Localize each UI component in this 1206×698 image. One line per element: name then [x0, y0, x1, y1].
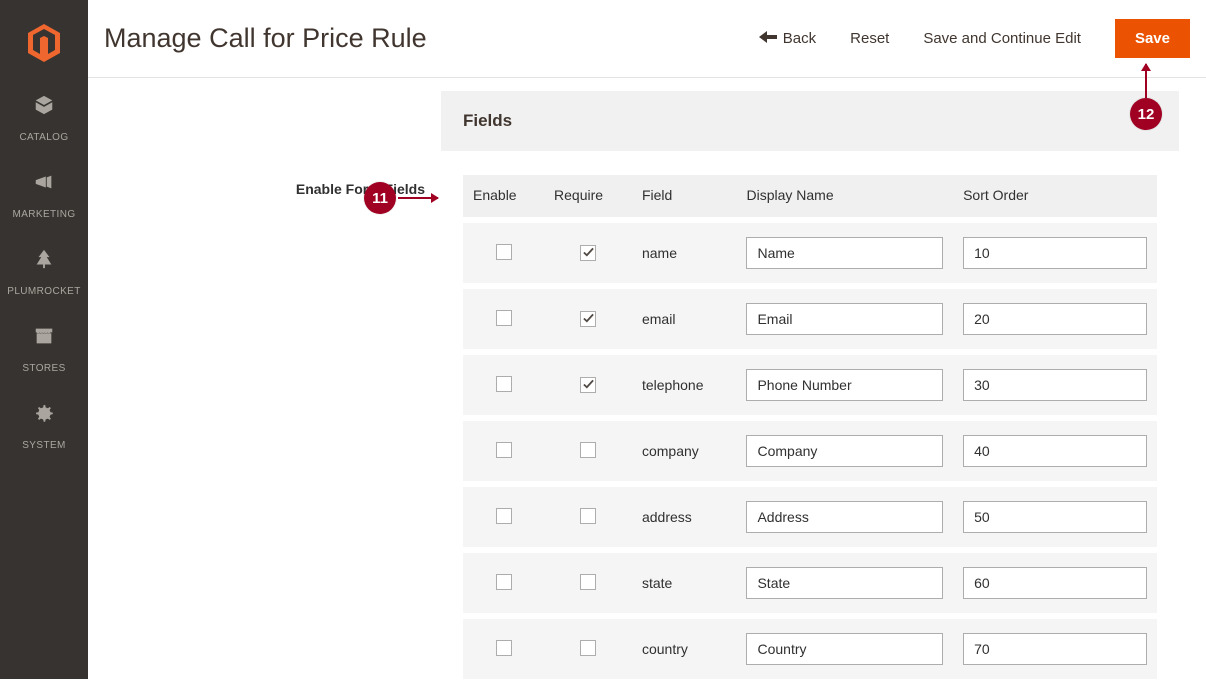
admin-sidebar: CATALOG MARKETING PLUMROCKET STORES SYST…: [0, 0, 88, 679]
col-require-header: Require: [544, 175, 632, 220]
sidebar-item-label: CATALOG: [19, 132, 68, 143]
reset-button[interactable]: Reset: [850, 30, 889, 47]
page-title: Manage Call for Price Rule: [104, 23, 427, 54]
field-name-cell: address: [632, 484, 736, 550]
sidebar-item-stores[interactable]: STORES: [0, 313, 88, 390]
table-row: country: [463, 616, 1157, 679]
sort-order-input[interactable]: [963, 633, 1147, 665]
reset-label: Reset: [850, 30, 889, 47]
col-dname-header: Display Name: [736, 175, 953, 220]
main-content: Fields Enable Form Fields Enable Require…: [88, 78, 1206, 679]
tree-icon: [0, 248, 88, 275]
enable-checkbox[interactable]: [496, 574, 512, 590]
megaphone-icon: [0, 171, 88, 198]
field-name-cell: state: [632, 550, 736, 616]
field-name-cell: company: [632, 418, 736, 484]
sidebar-item-marketing[interactable]: MARKETING: [0, 159, 88, 236]
sidebar-item-label: MARKETING: [12, 209, 75, 220]
back-label: Back: [783, 30, 816, 47]
display-name-input[interactable]: [746, 303, 943, 335]
require-checkbox[interactable]: [580, 377, 596, 393]
storefront-icon: [0, 325, 88, 352]
sort-order-input[interactable]: [963, 435, 1147, 467]
sidebar-item-label: PLUMROCKET: [7, 286, 80, 297]
require-checkbox[interactable]: [580, 311, 596, 327]
sidebar-item-plumrocket[interactable]: PLUMROCKET: [0, 236, 88, 313]
sidebar-item-label: SYSTEM: [22, 440, 66, 451]
form-fields-table: Enable Require Field Display Name Sort O…: [463, 175, 1157, 679]
save-continue-label: Save and Continue Edit: [923, 30, 1081, 47]
enable-checkbox[interactable]: [496, 376, 512, 392]
cube-icon: [0, 94, 88, 121]
sidebar-item-label: STORES: [22, 363, 65, 374]
enable-form-fields-label: Enable Form Fields: [255, 181, 425, 197]
annotation-badge-11: 11: [364, 182, 396, 214]
table-row: state: [463, 550, 1157, 616]
fields-panel: Fields Enable Form Fields Enable Require…: [440, 90, 1180, 698]
display-name-input[interactable]: [746, 633, 943, 665]
sort-order-input[interactable]: [963, 567, 1147, 599]
enable-checkbox[interactable]: [496, 310, 512, 326]
require-checkbox[interactable]: [580, 442, 596, 458]
display-name-input[interactable]: [746, 567, 943, 599]
require-checkbox[interactable]: [580, 574, 596, 590]
panel-title: Fields: [441, 91, 1179, 151]
table-row: address: [463, 484, 1157, 550]
annotation-badge-12: 12: [1130, 98, 1162, 130]
field-name-cell: email: [632, 286, 736, 352]
sort-order-input[interactable]: [963, 501, 1147, 533]
table-row: company: [463, 418, 1157, 484]
field-name-cell: country: [632, 616, 736, 679]
field-name-cell: name: [632, 220, 736, 286]
table-row: email: [463, 286, 1157, 352]
col-enable-header: Enable: [463, 175, 544, 220]
sidebar-item-catalog[interactable]: CATALOG: [0, 82, 88, 159]
arrow-left-icon: [759, 30, 777, 47]
require-checkbox[interactable]: [580, 245, 596, 261]
sort-order-input[interactable]: [963, 237, 1147, 269]
sort-order-input[interactable]: [963, 303, 1147, 335]
page-header: Manage Call for Price Rule Back Reset Sa…: [88, 0, 1206, 78]
require-checkbox[interactable]: [580, 640, 596, 656]
enable-checkbox[interactable]: [496, 244, 512, 260]
panel-body: Enable Form Fields Enable Require Field …: [441, 151, 1179, 697]
annotation-arrow-11: [398, 197, 438, 199]
header-actions: Back Reset Save and Continue Edit Save: [759, 19, 1190, 58]
magento-logo[interactable]: [0, 10, 88, 82]
enable-checkbox[interactable]: [496, 442, 512, 458]
sidebar-item-system[interactable]: SYSTEM: [0, 390, 88, 467]
display-name-input[interactable]: [746, 237, 943, 269]
table-row: name: [463, 220, 1157, 286]
enable-checkbox[interactable]: [496, 508, 512, 524]
table-header-row: Enable Require Field Display Name Sort O…: [463, 175, 1157, 220]
display-name-input[interactable]: [746, 501, 943, 533]
table-row: telephone: [463, 352, 1157, 418]
enable-checkbox[interactable]: [496, 640, 512, 656]
display-name-input[interactable]: [746, 435, 943, 467]
save-continue-button[interactable]: Save and Continue Edit: [923, 30, 1081, 47]
back-button[interactable]: Back: [759, 30, 816, 47]
require-checkbox[interactable]: [580, 508, 596, 524]
display-name-input[interactable]: [746, 369, 943, 401]
save-button[interactable]: Save: [1115, 19, 1190, 58]
gear-icon: [0, 402, 88, 429]
col-sort-header: Sort Order: [953, 175, 1157, 220]
field-name-cell: telephone: [632, 352, 736, 418]
sort-order-input[interactable]: [963, 369, 1147, 401]
annotation-arrow-12: [1145, 64, 1147, 98]
col-field-header: Field: [632, 175, 736, 220]
